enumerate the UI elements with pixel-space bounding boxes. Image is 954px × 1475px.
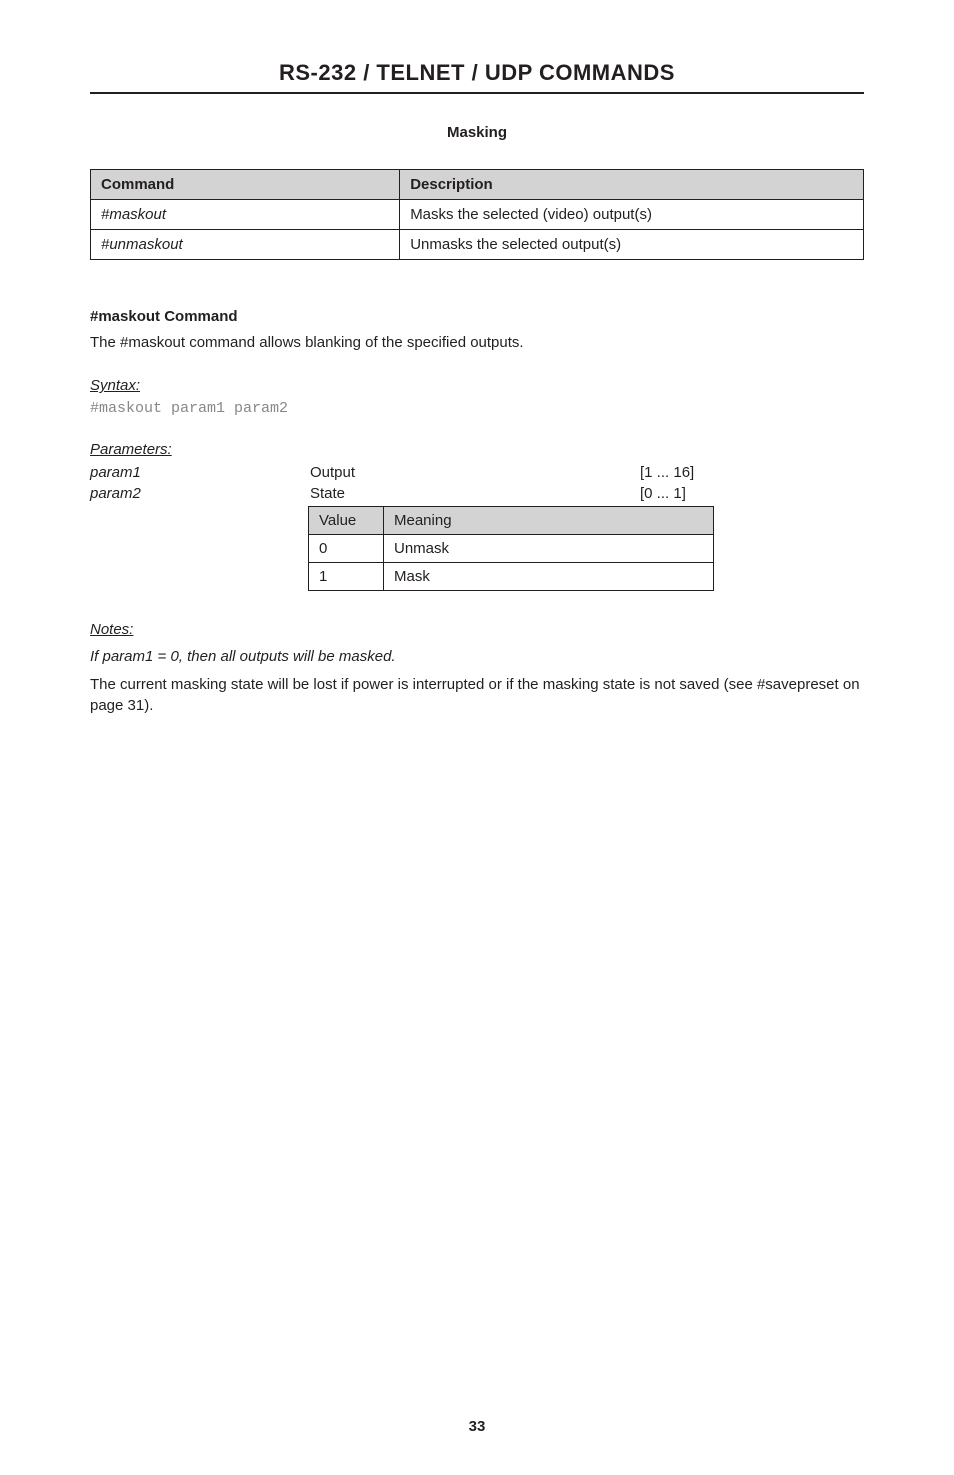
syntax-label: Syntax: <box>90 377 864 394</box>
value-meaning-table: Value Meaning 0 Unmask 1 Mask <box>308 506 714 591</box>
notes-condition: If param1 = 0, then all outputs will be … <box>90 648 864 665</box>
parameters-word: Parameters <box>90 441 168 458</box>
maskout-command-desc: The #maskout command allows blanking of … <box>90 333 864 353</box>
maskout-command-heading: #maskout Command <box>90 308 864 325</box>
param-row: param1 Output [1 ... 16] <box>90 464 864 481</box>
table-row: 1 Mask <box>309 563 714 591</box>
desc-cell: Masks the selected (video) output(s) <box>400 200 864 230</box>
syntax-colon: : <box>136 377 140 394</box>
param-range: [0 ... 1] <box>640 485 686 502</box>
table-row: #maskout Masks the selected (video) outp… <box>91 200 864 230</box>
col-header-value: Value <box>309 507 384 535</box>
table-header-row: Value Meaning <box>309 507 714 535</box>
notes-paragraph: The current masking state will be lost i… <box>90 675 864 716</box>
param-label: Output <box>310 464 640 481</box>
page-title: RS-232 / TELNET / UDP COMMANDS <box>90 60 864 86</box>
notes-heading: Notes: <box>90 621 864 638</box>
table-row: #unmaskout Unmasks the selected output(s… <box>91 230 864 260</box>
value-cell: 1 <box>309 563 384 591</box>
param-name: param1 <box>90 464 310 481</box>
subheading-masking: Masking <box>90 124 864 141</box>
parameters-label: Parameters: <box>90 441 864 458</box>
table-row: 0 Unmask <box>309 535 714 563</box>
value-cell: 0 <box>309 535 384 563</box>
parameters-colon: : <box>168 441 172 458</box>
param-label: State <box>310 485 640 502</box>
meaning-cell: Unmask <box>384 535 714 563</box>
param-range: [1 ... 16] <box>640 464 694 481</box>
cmd-cell: #maskout <box>91 200 400 230</box>
title-rule <box>90 92 864 94</box>
meaning-cell: Mask <box>384 563 714 591</box>
col-header-command: Command <box>91 170 400 200</box>
desc-cell: Unmasks the selected output(s) <box>400 230 864 260</box>
syntax-word: Syntax <box>90 377 136 394</box>
param-row: param2 State [0 ... 1] <box>90 485 864 502</box>
command-table: Command Description #maskout Masks the s… <box>90 169 864 260</box>
table-header-row: Command Description <box>91 170 864 200</box>
param-name: param2 <box>90 485 310 502</box>
col-header-meaning: Meaning <box>384 507 714 535</box>
col-header-description: Description <box>400 170 864 200</box>
page-number: 33 <box>0 1418 954 1435</box>
syntax-code: #maskout param1 param2 <box>90 400 864 417</box>
cmd-cell: #unmaskout <box>91 230 400 260</box>
